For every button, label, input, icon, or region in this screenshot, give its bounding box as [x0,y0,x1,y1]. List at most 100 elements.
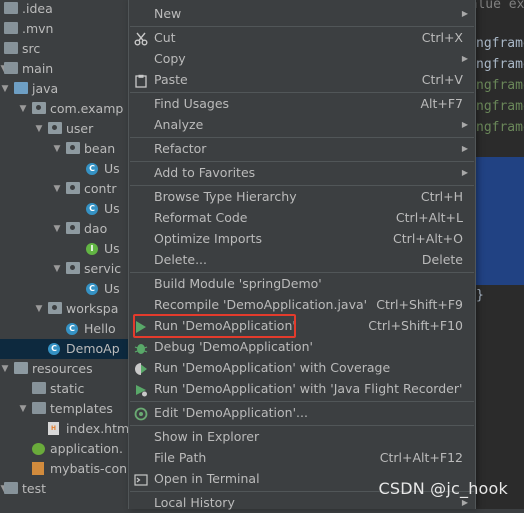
menu-item-label: Show in Explorer [154,429,260,444]
folder-icon [32,402,46,414]
menu-item-show-in-explorer[interactable]: Show in Explorer [129,426,475,447]
package-icon [66,182,80,194]
menu-item-label: Local History [154,495,235,510]
menu-item-shortcut: Ctrl+Alt+O [393,231,463,246]
menu-item-paste[interactable]: Paste Ctrl+V [129,69,475,90]
folder-icon [4,2,18,14]
menu-item-label: Paste [154,72,188,87]
menu-item-label: File Path [154,450,207,465]
tree-item-label: src [22,41,41,56]
source-folder-icon [14,82,28,94]
menu-item-label: Debug 'DemoApplication' [154,339,313,354]
menu-item-cut[interactable]: Cut Ctrl+X [129,27,475,48]
menu-item-optimize-imports[interactable]: Optimize Imports Ctrl+Alt+O [129,228,475,249]
spring-boot-icon [134,406,148,421]
menu-item-label: Find Usages [154,96,230,111]
tree-item-label: Us [104,281,120,296]
menu-item-file-path[interactable]: File Path Ctrl+Alt+F12 [129,447,475,468]
tree-item-label: Us [104,201,120,216]
tree-item-label: servic [84,261,122,276]
menu-item-label: Reformat Code [154,210,248,225]
menu-item-add-to-favorites[interactable]: Add to Favorites ▶ [129,162,475,183]
tree-item-label: com.examp [50,101,124,116]
context-menu: New ▶ Cut Ctrl+X Copy ▶ Paste Ctrl+V Fin… [128,0,476,510]
folder-icon [4,22,18,34]
scissors-icon [134,31,148,46]
menu-item-build-module[interactable]: Build Module 'springDemo' [129,273,475,294]
tree-item-label: main [22,61,54,76]
code-line: ngframe [476,99,524,114]
package-icon [48,122,62,134]
expand-arrow-icon[interactable]: ▼ [0,359,10,379]
java-class-icon: C [86,203,98,215]
resources-folder-icon [14,362,28,374]
code-line: ngframe [476,36,524,51]
folder-icon [32,382,46,394]
menu-item-debug[interactable]: Debug 'DemoApplication' [129,336,475,357]
tree-item-label: dao [84,221,108,236]
package-icon [48,302,62,314]
expand-arrow-icon[interactable]: ▼ [52,219,62,239]
expand-arrow-icon[interactable]: ▼ [52,139,62,159]
tree-item-label: Us [104,241,120,256]
menu-item-run-with-jfr[interactable]: Run 'DemoApplication' with 'Java Flight … [129,378,475,399]
tree-item-label: static [50,381,85,396]
code-line: ngframe [476,78,524,93]
folder-icon [4,62,18,74]
code-line: ngframe [476,120,524,135]
menu-item-shortcut: Delete [421,252,463,267]
tree-item-label: user [66,121,94,136]
expand-arrow-icon[interactable]: ▼ [52,259,62,279]
menu-item-shortcut: Ctrl+H [420,189,463,204]
menu-item-shortcut: Ctrl+Alt+F12 [379,450,463,465]
package-icon [32,102,46,114]
package-icon [66,262,80,274]
menu-item-label: Cut [154,30,176,45]
watermark: CSDN @jc_hook [378,479,508,498]
expand-arrow-icon[interactable]: ▼ [52,179,62,199]
expand-arrow-icon[interactable]: ▼ [0,79,10,99]
html-file-icon: H [48,422,59,435]
clipboard-icon [134,73,148,88]
spring-boot-class-icon: C [48,343,60,355]
menu-item-analyze[interactable]: Analyze ▶ [129,114,475,135]
menu-item-reformat-code[interactable]: Reformat Code Ctrl+Alt+L [129,207,475,228]
submenu-arrow-icon: ▶ [461,144,468,153]
menu-item-shortcut: Ctrl+Alt+L [395,210,463,225]
menu-item-label: New [154,6,182,21]
menu-item-label: Copy [154,51,186,66]
code-line: ngframe [476,57,524,72]
menu-item-refactor[interactable]: Refactor ▶ [129,138,475,159]
expand-arrow-icon[interactable]: ▼ [18,399,28,419]
menu-item-new[interactable]: New ▶ [129,3,475,24]
tree-item-label: Us [104,161,120,176]
tree-item-label: index.htm [66,421,130,436]
yaml-file-icon [32,443,45,455]
expand-arrow-icon[interactable]: ▼ [34,299,44,319]
tree-item-label: test [22,481,47,496]
menu-item-copy[interactable]: Copy ▶ [129,48,475,69]
menu-item-recompile[interactable]: Recompile 'DemoApplication.java' Ctrl+Sh… [129,294,475,315]
menu-item-shortcut: Alt+F7 [420,96,463,111]
expand-arrow-icon[interactable]: ▼ [18,99,28,119]
submenu-arrow-icon: ▶ [461,54,468,63]
bug-icon [134,340,148,354]
menu-item-find-usages[interactable]: Find Usages Alt+F7 [129,93,475,114]
run-item-highlight-box [133,314,296,338]
menu-item-delete[interactable]: Delete... Delete [129,249,475,270]
package-icon [66,222,80,234]
tree-item-label: application. [50,441,123,456]
submenu-arrow-icon: ▶ [461,120,468,129]
folder-icon [4,42,18,54]
menu-item-edit-configuration[interactable]: Edit 'DemoApplication'... [129,402,475,423]
java-class-icon: C [86,283,98,295]
tree-item-label: DemoAp [66,341,120,356]
code-line: @Value example.de [474,0,524,12]
menu-item-run-with-coverage[interactable]: Run 'DemoApplication' with Coverage [129,357,475,378]
tree-item-label: Hello [84,321,116,336]
menu-item-browse-type-hierarchy[interactable]: Browse Type Hierarchy Ctrl+H [129,186,475,207]
menu-item-label: Build Module 'springDemo' [154,276,322,291]
expand-arrow-icon[interactable]: ▼ [34,119,44,139]
flight-recorder-icon [134,382,148,397]
tree-item-label: resources [32,361,93,376]
